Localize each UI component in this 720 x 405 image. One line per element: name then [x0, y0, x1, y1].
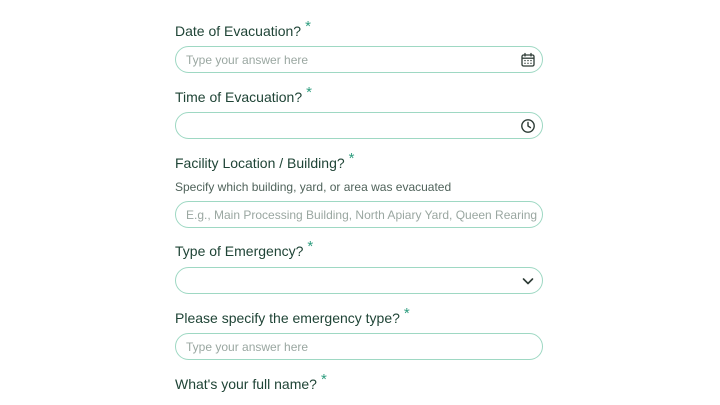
- required-marker: *: [307, 238, 314, 255]
- facility-field[interactable]: [175, 201, 543, 228]
- emergency-type-label-text: Type of Emergency?: [175, 243, 304, 259]
- date-label: Date of Evacuation? *: [175, 18, 311, 40]
- clock-icon[interactable]: [520, 118, 536, 134]
- emergency-specify-field[interactable]: [175, 333, 543, 360]
- facility-label: Facility Location / Building? *: [175, 150, 355, 172]
- time-label-text: Time of Evacuation?: [175, 89, 303, 105]
- full-name-label-text: What's your full name?: [175, 376, 317, 392]
- facility-input[interactable]: [186, 202, 541, 227]
- date-label-text: Date of Evacuation?: [175, 23, 302, 39]
- full-name-label: What's your full name? *: [175, 371, 327, 393]
- chevron-down-icon[interactable]: [520, 273, 536, 289]
- date-input[interactable]: [186, 47, 506, 72]
- facility-help-text: Specify which building, yard, or area wa…: [175, 180, 452, 194]
- emergency-specify-input[interactable]: [186, 334, 506, 359]
- emergency-type-select[interactable]: [175, 267, 543, 294]
- emergency-type-label: Type of Emergency? *: [175, 238, 313, 260]
- required-marker: *: [306, 84, 312, 101]
- required-marker: *: [320, 371, 327, 388]
- calendar-icon[interactable]: [520, 52, 536, 68]
- facility-label-text: Facility Location / Building?: [175, 155, 345, 171]
- time-label: Time of Evacuation? *: [175, 84, 312, 106]
- date-field[interactable]: [175, 46, 543, 73]
- emergency-specify-label-text: Please specify the emergency type?: [175, 310, 400, 326]
- emergency-specify-label: Please specify the emergency type? *: [175, 305, 410, 327]
- required-marker: *: [305, 18, 311, 35]
- required-marker: *: [403, 305, 410, 322]
- time-field[interactable]: [175, 112, 543, 139]
- time-input[interactable]: [186, 113, 506, 138]
- required-marker: *: [348, 150, 355, 167]
